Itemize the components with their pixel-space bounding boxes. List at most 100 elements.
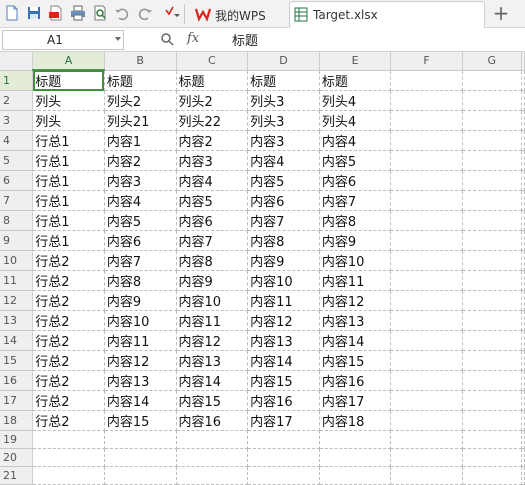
insert-function-button[interactable]: fx [187, 31, 199, 46]
cell-a3[interactable]: 列头 [32, 110, 105, 131]
cell-a21[interactable] [32, 466, 105, 485]
cell-b20[interactable] [104, 448, 177, 467]
zoom-icon[interactable] [160, 32, 174, 46]
cell-a16[interactable]: 行总2 [32, 370, 105, 391]
row-header[interactable]: 1 [0, 70, 34, 91]
cell-g16[interactable] [462, 370, 523, 391]
cell-f19[interactable] [390, 430, 463, 449]
row-header[interactable]: 18 [0, 410, 34, 431]
cell-b12[interactable]: 内容9 [104, 290, 177, 311]
cell-b7[interactable]: 内容4 [104, 190, 177, 211]
cell-f20[interactable] [390, 448, 463, 467]
cell-d13[interactable]: 内容12 [247, 310, 320, 331]
cell-c21[interactable] [176, 466, 249, 485]
cell-e16[interactable]: 内容16 [319, 370, 392, 391]
cell-c9[interactable]: 内容7 [176, 230, 249, 251]
row-header[interactable]: 15 [0, 350, 34, 371]
column-header-f[interactable]: F [390, 52, 463, 71]
row-header[interactable]: 10 [0, 250, 34, 271]
cell-c5[interactable]: 内容3 [176, 150, 249, 171]
cell-e3[interactable]: 列头4 [319, 110, 392, 131]
cell-b6[interactable]: 内容3 [104, 170, 177, 191]
save-icon[interactable] [26, 5, 42, 21]
cell-a12[interactable]: 行总2 [32, 290, 105, 311]
add-tab-button[interactable]: + [491, 3, 511, 23]
cell-d16[interactable]: 内容15 [247, 370, 320, 391]
row-header[interactable]: 5 [0, 150, 34, 171]
dropdown-icon[interactable] [164, 5, 180, 21]
cell-b2[interactable]: 列头2 [104, 90, 177, 111]
cell-f4[interactable] [390, 130, 463, 151]
cell-e4[interactable]: 内容4 [319, 130, 392, 151]
cell-f7[interactable] [390, 190, 463, 211]
row-header[interactable]: 16 [0, 370, 34, 391]
row-header[interactable]: 3 [0, 110, 34, 131]
cell-b1[interactable]: 标题 [104, 70, 177, 91]
cell-f5[interactable] [390, 150, 463, 171]
cell-a17[interactable]: 行总2 [32, 390, 105, 411]
cell-e10[interactable]: 内容10 [319, 250, 392, 271]
cell-c13[interactable]: 内容11 [176, 310, 249, 331]
cell-e20[interactable] [319, 448, 392, 467]
cell-d7[interactable]: 内容6 [247, 190, 320, 211]
cell-g5[interactable] [462, 150, 523, 171]
cell-f17[interactable] [390, 390, 463, 411]
row-header[interactable]: 4 [0, 130, 34, 151]
cell-b11[interactable]: 内容8 [104, 270, 177, 291]
cell-c15[interactable]: 内容13 [176, 350, 249, 371]
cell-g2[interactable] [462, 90, 523, 111]
print-icon[interactable] [70, 5, 86, 21]
new-doc-icon[interactable] [4, 5, 20, 21]
cell-b4[interactable]: 内容1 [104, 130, 177, 151]
pdf-icon[interactable] [48, 5, 64, 21]
name-box[interactable]: A1 [2, 30, 124, 50]
cell-c7[interactable]: 内容5 [176, 190, 249, 211]
row-header[interactable]: 21 [0, 466, 34, 485]
undo-icon[interactable] [114, 5, 130, 21]
cell-g7[interactable] [462, 190, 523, 211]
cell-e8[interactable]: 内容8 [319, 210, 392, 231]
cell-e2[interactable]: 列头4 [319, 90, 392, 111]
cell-a11[interactable]: 行总2 [32, 270, 105, 291]
cell-a20[interactable] [32, 448, 105, 467]
cell-g1[interactable] [462, 70, 523, 91]
cell-f13[interactable] [390, 310, 463, 331]
cell-g11[interactable] [462, 270, 523, 291]
cell-a9[interactable]: 行总1 [32, 230, 105, 251]
cell-c19[interactable] [176, 430, 249, 449]
cell-c16[interactable]: 内容14 [176, 370, 249, 391]
column-header-a[interactable]: A [32, 52, 105, 71]
cell-f15[interactable] [390, 350, 463, 371]
cell-g8[interactable] [462, 210, 523, 231]
cell-f14[interactable] [390, 330, 463, 351]
cell-b18[interactable]: 内容15 [104, 410, 177, 431]
cell-a18[interactable]: 行总2 [32, 410, 105, 431]
column-header-b[interactable]: B [104, 52, 177, 71]
cell-g14[interactable] [462, 330, 523, 351]
cell-g17[interactable] [462, 390, 523, 411]
row-header[interactable]: 14 [0, 330, 34, 351]
cell-c8[interactable]: 内容6 [176, 210, 249, 231]
formula-input[interactable] [222, 30, 525, 48]
cell-g9[interactable] [462, 230, 523, 251]
cell-d5[interactable]: 内容4 [247, 150, 320, 171]
cell-d2[interactable]: 列头3 [247, 90, 320, 111]
cell-e19[interactable] [319, 430, 392, 449]
cell-b5[interactable]: 内容2 [104, 150, 177, 171]
row-header[interactable]: 8 [0, 210, 34, 231]
cell-a4[interactable]: 行总1 [32, 130, 105, 151]
cell-g12[interactable] [462, 290, 523, 311]
cell-c20[interactable] [176, 448, 249, 467]
cell-d21[interactable] [247, 466, 320, 485]
cell-b3[interactable]: 列头21 [104, 110, 177, 131]
cell-c3[interactable]: 列头22 [176, 110, 249, 131]
cell-e14[interactable]: 内容14 [319, 330, 392, 351]
print-preview-icon[interactable] [92, 5, 108, 21]
cell-c17[interactable]: 内容15 [176, 390, 249, 411]
cell-c12[interactable]: 内容10 [176, 290, 249, 311]
cell-g15[interactable] [462, 350, 523, 371]
row-header[interactable]: 13 [0, 310, 34, 331]
cell-a15[interactable]: 行总2 [32, 350, 105, 371]
cell-d15[interactable]: 内容14 [247, 350, 320, 371]
cell-d18[interactable]: 内容17 [247, 410, 320, 431]
